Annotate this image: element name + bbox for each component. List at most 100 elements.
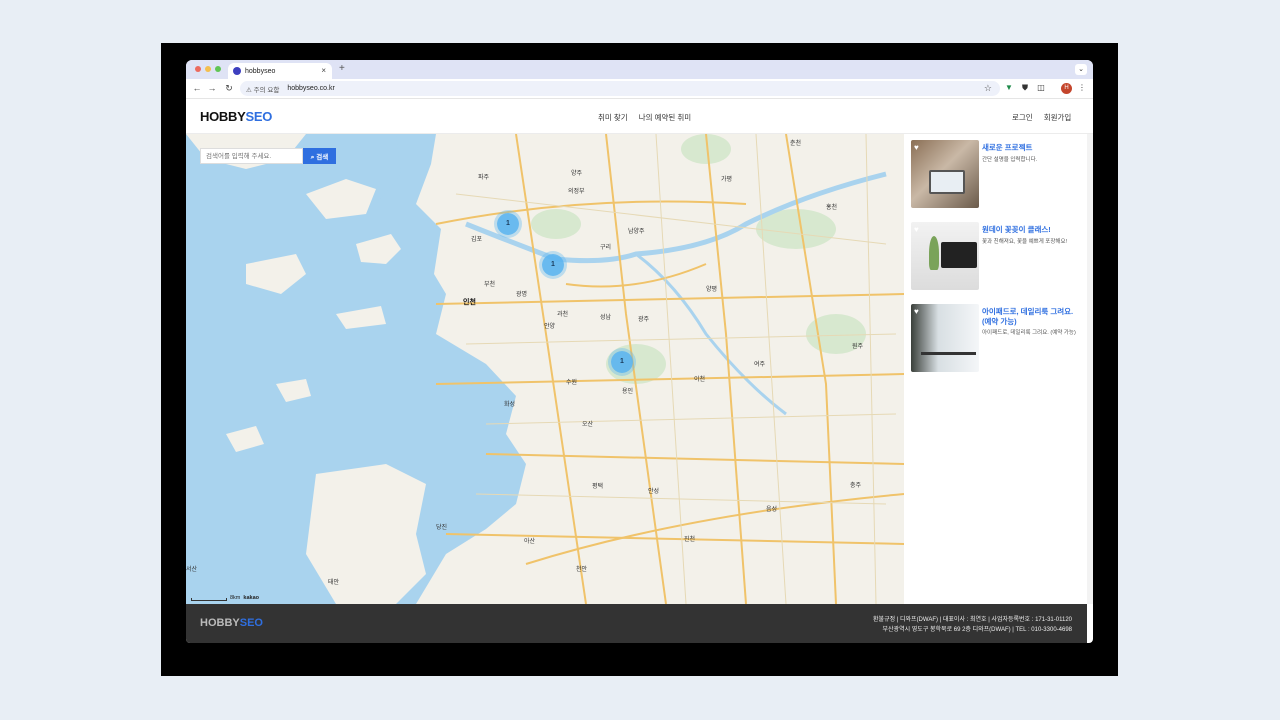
map-label-eumseong: 음성	[766, 507, 778, 513]
nav-find-hobby[interactable]: 취미 찾기	[598, 112, 628, 123]
reload-button[interactable]: ↻	[223, 83, 235, 94]
extension-vue-icon[interactable]: ▼	[1004, 83, 1014, 93]
map-label-gimpo: 김포	[471, 237, 483, 243]
listing-description: 꽃과 친해져요, 꽃을 예쁘게 포장해요!	[982, 239, 1068, 245]
tab-strip: hobbyseo × + ⌄	[186, 60, 1093, 79]
map-cluster-marker[interactable]: 1	[497, 213, 519, 235]
site-header: HOBBYSEO 취미 찾기 나의 예약된 취미 로그인 회원가입	[186, 99, 1093, 134]
map-scale: 8km kakao	[191, 595, 259, 601]
listing-thumbnail[interactable]	[911, 222, 979, 290]
map-label-hwaseong: 화성	[504, 402, 516, 408]
window-controls[interactable]	[195, 66, 221, 72]
url-text[interactable]: hobbyseo.co.kr	[287, 85, 334, 92]
logo-text-hobby: HOBBY	[200, 109, 246, 124]
map-label-wonju: 원주	[852, 344, 864, 350]
map-label-pyeongtaek: 평택	[592, 484, 604, 490]
browser-toolbar: ← → ↻ ⚠ 주의 요함 hobbyseo.co.kr ☆ ▼ ⛊ ◫ H ⋮	[186, 79, 1093, 99]
footer-logo-hobby: HOBBY	[200, 617, 240, 629]
map-label-seosan: 서산	[186, 567, 198, 573]
login-link[interactable]: 로그인	[1012, 112, 1033, 123]
map-label-incheon: 인천	[463, 299, 476, 306]
scale-text: 8km	[230, 595, 241, 601]
logo-text-seo: SEO	[245, 109, 273, 124]
footer-logo-seo: SEO	[239, 617, 263, 629]
map-label-gwacheon: 과천	[557, 312, 569, 318]
extension-shield-icon[interactable]: ⛊	[1020, 83, 1030, 93]
footer-company-info: 환불규정 | 디와프(DWAF) | 대표이사 : 최연호 | 사업자등록번호 …	[873, 615, 1072, 635]
laptop-image	[929, 170, 965, 194]
map-label-gapyeong: 가평	[721, 177, 733, 183]
map-search-bar: ⌕ 검색	[200, 148, 336, 164]
browser-window: hobbyseo × + ⌄ ← → ↻ ⚠ 주의 요함 hobbyseo.co…	[186, 60, 1093, 643]
map-label-seongnam: 성남	[600, 315, 612, 321]
map-cluster-marker[interactable]: 1	[542, 254, 564, 276]
tab-close-icon[interactable]: ×	[321, 66, 326, 75]
auth-links: 로그인 회원가입	[1012, 112, 1071, 123]
bookmark-star-icon[interactable]: ☆	[984, 83, 992, 94]
listing-title[interactable]: 아이패드로, 데일리룩 그려요. (예약 가능)	[982, 307, 1087, 327]
close-window-button[interactable]	[195, 66, 201, 72]
map-label-guri: 구리	[600, 245, 612, 251]
listing-description: 아이패드로, 데일리룩 그려요. (예약 가능)	[982, 330, 1076, 336]
listing-sidebar: ♥ 새로운 프로젝트 간단 설명을 입력합니다. ♥ 원데이 꽃꽂이 클래스! …	[904, 134, 1093, 604]
map-label-suwon: 수원	[566, 380, 578, 386]
map-label-chungju: 충주	[850, 483, 862, 489]
listing-thumbnail[interactable]	[911, 140, 979, 208]
map-label-gwangju: 광주	[638, 317, 650, 323]
search-icon: ⌕	[310, 153, 315, 161]
security-warning[interactable]: ⚠ 주의 요함	[246, 84, 279, 94]
map-label-hongcheon: 홍천	[826, 205, 838, 211]
signup-link[interactable]: 회원가입	[1044, 112, 1072, 123]
site-logo[interactable]: HOBBYSEO	[200, 109, 272, 124]
maximize-window-button[interactable]	[215, 66, 221, 72]
search-button[interactable]: ⌕ 검색	[303, 148, 336, 164]
map-tiles[interactable]	[186, 134, 904, 604]
listing-description: 간단 설명을 입력합니다.	[982, 157, 1038, 163]
map-label-gwangmyeong: 광명	[516, 292, 528, 298]
monitor-image	[941, 242, 977, 268]
map-label-dangjin: 당진	[436, 525, 448, 531]
footer-logo[interactable]: HOBBYSEO	[200, 617, 263, 629]
address-bar[interactable]: ⚠ 주의 요함 hobbyseo.co.kr ☆	[240, 81, 1000, 96]
map-cluster-marker[interactable]: 1	[611, 351, 633, 373]
map-label-anyang: 안양	[544, 324, 556, 330]
listing-card[interactable]: ♥ 원데이 꽃꽂이 클래스! 꽃과 친해져요, 꽃을 예쁘게 포장해요!	[911, 222, 1091, 292]
main-nav: 취미 찾기 나의 예약된 취미	[598, 112, 691, 123]
footer-line-1: 환불규정 | 디와프(DWAF) | 대표이사 : 최연호 | 사업자등록번호 …	[873, 617, 1072, 623]
scale-bar	[191, 598, 227, 601]
kakao-attribution[interactable]: kakao	[243, 595, 259, 601]
extensions-puzzle-icon[interactable]: ◫	[1036, 83, 1046, 93]
heart-icon[interactable]: ♥	[914, 307, 919, 316]
heart-icon[interactable]: ♥	[914, 143, 919, 152]
heart-icon[interactable]: ♥	[914, 225, 919, 234]
search-button-label: 검색	[316, 153, 329, 161]
browser-menu-icon[interactable]: ⋮	[1077, 83, 1087, 93]
listing-title[interactable]: 새로운 프로젝트	[982, 143, 1087, 153]
footer-line-2: 부산광역시 영도구 봉학북로 69 2층 디와프(DWAF) | TEL : 0…	[882, 627, 1072, 633]
minimize-window-button[interactable]	[205, 66, 211, 72]
browser-tab[interactable]: hobbyseo ×	[228, 63, 332, 79]
map-label-asan: 아산	[524, 539, 536, 545]
map-label-paju: 파주	[478, 175, 490, 181]
search-input[interactable]	[200, 148, 303, 164]
favicon-icon	[233, 67, 241, 75]
listing-card[interactable]: ♥ 아이패드로, 데일리룩 그려요. (예약 가능) 아이패드로, 데일리룩 그…	[911, 304, 1091, 374]
map-label-osan: 오산	[582, 422, 594, 428]
forward-button[interactable]: →	[206, 83, 218, 93]
map-label-yangju: 양주	[571, 171, 583, 177]
map-label-yongin: 용인	[622, 389, 634, 395]
listing-card[interactable]: ♥ 새로운 프로젝트 간단 설명을 입력합니다.	[911, 140, 1091, 210]
back-button[interactable]: ←	[191, 83, 203, 93]
desk-image	[921, 352, 976, 355]
listing-title[interactable]: 원데이 꽃꽂이 클래스!	[982, 225, 1087, 235]
listing-thumbnail[interactable]	[911, 304, 979, 372]
new-tab-button[interactable]: +	[339, 63, 345, 74]
map-label-taean: 태안	[328, 580, 340, 586]
map-view[interactable]: 인천 부천 광명 안양 과천 수원 용인 성남 남양주 구리 의정부 양주 파주…	[186, 134, 904, 604]
profile-avatar[interactable]: H	[1061, 83, 1072, 94]
plant-image	[929, 236, 939, 270]
map-label-icheon: 이천	[694, 377, 706, 383]
nav-my-reservations[interactable]: 나의 예약된 취미	[639, 112, 691, 123]
map-label-yeoju: 여주	[754, 362, 766, 368]
tab-search-button[interactable]: ⌄	[1075, 64, 1087, 75]
